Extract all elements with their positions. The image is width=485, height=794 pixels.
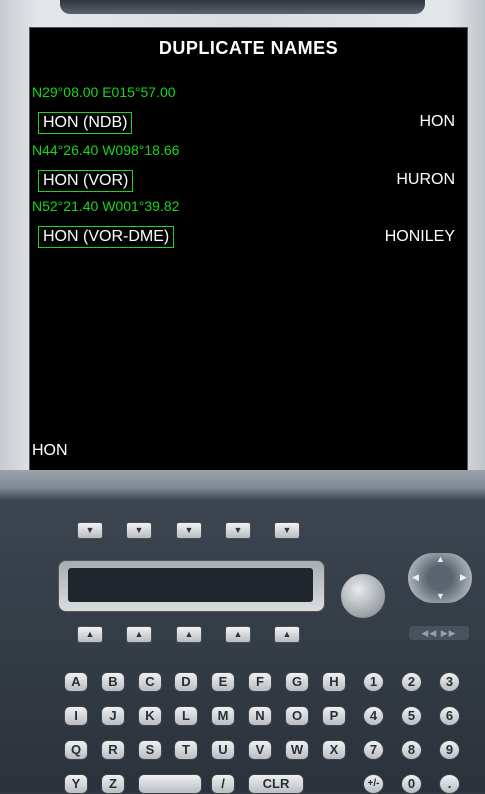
- key-q[interactable]: Q: [64, 740, 88, 760]
- key-3[interactable]: 3: [439, 672, 460, 692]
- key-m[interactable]: M: [211, 706, 235, 726]
- key-u[interactable]: U: [211, 740, 235, 760]
- skip-buttons[interactable]: ◀◀ ▶▶: [409, 626, 469, 640]
- dpad-right-icon: ▶: [460, 572, 467, 582]
- key-s[interactable]: S: [138, 740, 162, 760]
- entry-display-frame: [58, 560, 325, 612]
- key-e[interactable]: E: [211, 672, 235, 692]
- key-r[interactable]: R: [101, 740, 125, 760]
- key-clr[interactable]: CLR: [248, 774, 304, 794]
- key-slash[interactable]: /: [211, 774, 235, 794]
- dpad-up-icon: ▲: [436, 554, 445, 564]
- key-8[interactable]: 8: [401, 740, 422, 760]
- entry-1-name: HON: [419, 113, 455, 130]
- key-t[interactable]: T: [174, 740, 198, 760]
- key-5[interactable]: 5: [401, 706, 422, 726]
- key-plus-minus[interactable]: +/-: [363, 774, 384, 794]
- dpad-left-icon: ◀: [412, 572, 419, 582]
- key-4[interactable]: 4: [363, 706, 384, 726]
- key-i[interactable]: I: [64, 706, 88, 726]
- dpad-down-icon: ▼: [436, 591, 445, 601]
- entry-3-name: HONILEY: [384, 228, 455, 245]
- key-p[interactable]: P: [322, 706, 346, 726]
- page-title: DUPLICATE NAMES: [158, 38, 339, 58]
- key-v[interactable]: V: [248, 740, 272, 760]
- key-6[interactable]: 6: [439, 706, 460, 726]
- key-d[interactable]: D: [174, 672, 198, 692]
- key-h[interactable]: H: [322, 672, 346, 692]
- key-n[interactable]: N: [248, 706, 272, 726]
- key-f[interactable]: F: [248, 672, 272, 692]
- key-dot[interactable]: .: [439, 774, 460, 794]
- entry-1-coordinates: N29°08.00 E015°57.00: [32, 84, 176, 100]
- lsk-down-2[interactable]: ▲: [126, 626, 152, 643]
- lsk-down-3[interactable]: ▲: [176, 626, 202, 643]
- rotary-knob[interactable]: [339, 572, 387, 620]
- lsk-down-1[interactable]: ▲: [77, 626, 103, 643]
- lsk-down-5[interactable]: ▲: [274, 626, 300, 643]
- key-a[interactable]: A: [64, 672, 88, 692]
- lsk-up-2[interactable]: ▼: [126, 522, 152, 539]
- entry-3-coordinates: N52°21.40 W001°39.82: [32, 198, 180, 214]
- key-2[interactable]: 2: [401, 672, 422, 692]
- key-j[interactable]: J: [101, 706, 125, 726]
- fmc-screen: DUPLICATE NAMES N29°08.00 E015°57.00 HON…: [29, 27, 468, 472]
- key-c[interactable]: C: [138, 672, 162, 692]
- key-g[interactable]: G: [285, 672, 309, 692]
- key-0[interactable]: 0: [401, 774, 422, 794]
- key-w[interactable]: W: [285, 740, 309, 760]
- key-space[interactable]: [138, 774, 202, 794]
- entry-1-select[interactable]: HON (NDB): [38, 112, 133, 134]
- lsk-up-1[interactable]: ▼: [77, 522, 103, 539]
- entry-display: [68, 568, 313, 602]
- key-k[interactable]: K: [138, 706, 162, 726]
- lsk-down-4[interactable]: ▲: [225, 626, 251, 643]
- lsk-up-4[interactable]: ▼: [225, 522, 251, 539]
- bezel-notch: [60, 0, 425, 14]
- entry-2-coordinates: N44°26.40 W098°18.66: [32, 142, 180, 158]
- key-y[interactable]: Y: [64, 774, 88, 794]
- entry-2-select[interactable]: HON (VOR): [38, 170, 134, 192]
- key-7[interactable]: 7: [363, 740, 384, 760]
- key-b[interactable]: B: [101, 672, 125, 692]
- key-o[interactable]: O: [285, 706, 309, 726]
- entry-2-name: HURON: [396, 171, 455, 188]
- key-9[interactable]: 9: [439, 740, 460, 760]
- lsk-up-3[interactable]: ▼: [176, 522, 202, 539]
- key-1[interactable]: 1: [363, 672, 384, 692]
- scratchpad: HON: [32, 442, 68, 459]
- lsk-up-5[interactable]: ▼: [274, 522, 300, 539]
- entry-3-select[interactable]: HON (VOR-DME): [38, 226, 175, 248]
- direction-pad[interactable]: ▲ ▼ ◀ ▶: [408, 553, 472, 603]
- key-l[interactable]: L: [174, 706, 198, 726]
- key-z[interactable]: Z: [101, 774, 125, 794]
- key-x[interactable]: X: [322, 740, 346, 760]
